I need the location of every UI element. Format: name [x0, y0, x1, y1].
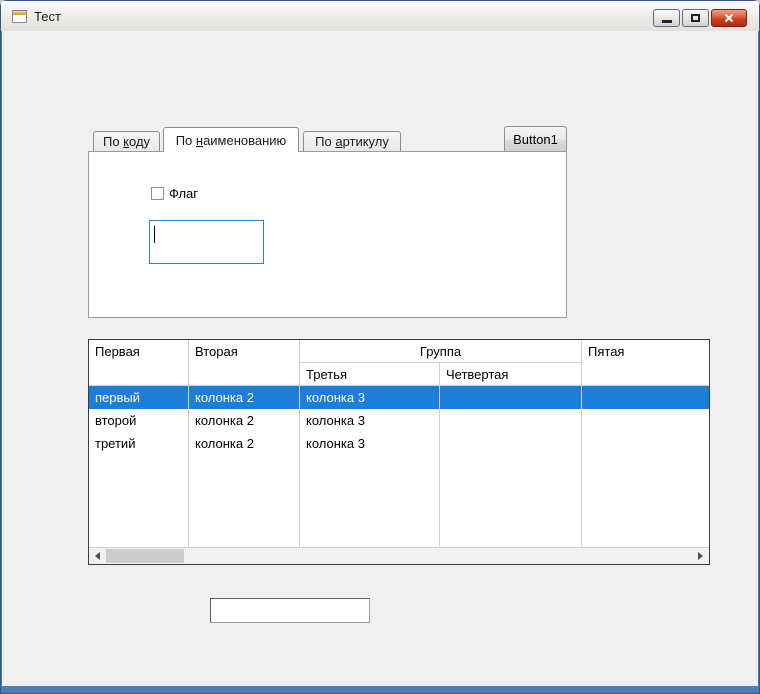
scrollbar-thumb[interactable] [106, 549, 184, 563]
bottom-edit-field[interactable] [210, 598, 370, 623]
tab-label: По коду [103, 134, 150, 149]
checkbox-box-icon [151, 187, 164, 200]
grid-cell[interactable]: колонка 2 [189, 409, 300, 432]
scroll-left-button[interactable] [89, 548, 105, 564]
grid-cell[interactable]: третий [89, 432, 189, 455]
app-window: Тест По коду По наименованию По артикулу… [0, 0, 760, 694]
text-caret [154, 226, 155, 243]
button1[interactable]: Button1 [504, 126, 567, 153]
horizontal-scrollbar[interactable] [89, 547, 709, 564]
grid-cell[interactable] [440, 386, 582, 409]
maximize-icon [691, 14, 700, 22]
window-title: Тест [34, 9, 61, 24]
app-icon[interactable] [12, 10, 27, 23]
titlebar[interactable]: Тест [1, 1, 759, 31]
grid-cell[interactable]: колонка 2 [189, 386, 300, 409]
table-row: второй колонка 2 колонка 3 [89, 409, 709, 432]
flag-checkbox[interactable]: Флаг [151, 186, 198, 201]
grid-cell[interactable]: колонка 3 [300, 386, 440, 409]
table-row: первый колонка 2 колонка 3 [89, 386, 709, 409]
tab-page-panel: Флаг [88, 151, 567, 318]
tab-label: По артикулу [315, 134, 389, 149]
column-header-chetvertaya[interactable]: Четвертая [440, 363, 582, 385]
button1-label: Button1 [513, 132, 558, 147]
grid-empty-area [89, 455, 709, 547]
grid-cell[interactable]: колонка 3 [300, 432, 440, 455]
column-header-pyataya[interactable]: Пятая [582, 340, 709, 385]
maximize-button[interactable] [682, 9, 709, 27]
tab-page-edit-field[interactable] [149, 220, 264, 264]
client-area: По коду По наименованию По артикулу Butt… [2, 31, 758, 686]
grid-cell[interactable]: первый [89, 386, 189, 409]
tab-po-kodu[interactable]: По коду [93, 131, 160, 151]
checkbox-label: Флаг [169, 186, 198, 201]
grid-cell[interactable] [440, 409, 582, 432]
column-group-gruppa[interactable]: Группа [300, 340, 582, 363]
scroll-right-icon [698, 552, 707, 560]
grid-cell[interactable]: колонка 2 [189, 432, 300, 455]
close-button[interactable] [711, 9, 747, 27]
table-row: третий колонка 2 колонка 3 [89, 432, 709, 455]
minimize-button[interactable] [653, 9, 680, 27]
grid-cell[interactable] [582, 432, 709, 455]
scroll-left-icon [91, 552, 100, 560]
grid-cell[interactable] [440, 432, 582, 455]
grid-cell[interactable] [582, 409, 709, 432]
tab-label: По наименованию [176, 133, 287, 148]
grid-cell[interactable]: колонка 3 [300, 409, 440, 432]
column-header-tretya[interactable]: Третья [300, 363, 440, 385]
column-header-vtoraya[interactable]: Вторая [189, 340, 300, 385]
grid-cell[interactable]: второй [89, 409, 189, 432]
tab-po-naimenovaniyu[interactable]: По наименованию [163, 127, 299, 152]
data-grid: Первая Вторая Группа Пятая Третья Четвер… [88, 339, 710, 565]
window-controls [653, 9, 747, 27]
column-header-pervaya[interactable]: Первая [89, 340, 189, 385]
grid-cell[interactable] [582, 386, 709, 409]
grid-header: Первая Вторая Группа Пятая Третья Четвер… [89, 340, 709, 386]
scroll-right-button[interactable] [693, 548, 709, 564]
minimize-icon [662, 20, 672, 23]
tab-po-artikulu[interactable]: По артикулу [303, 131, 401, 151]
close-icon [723, 12, 735, 24]
